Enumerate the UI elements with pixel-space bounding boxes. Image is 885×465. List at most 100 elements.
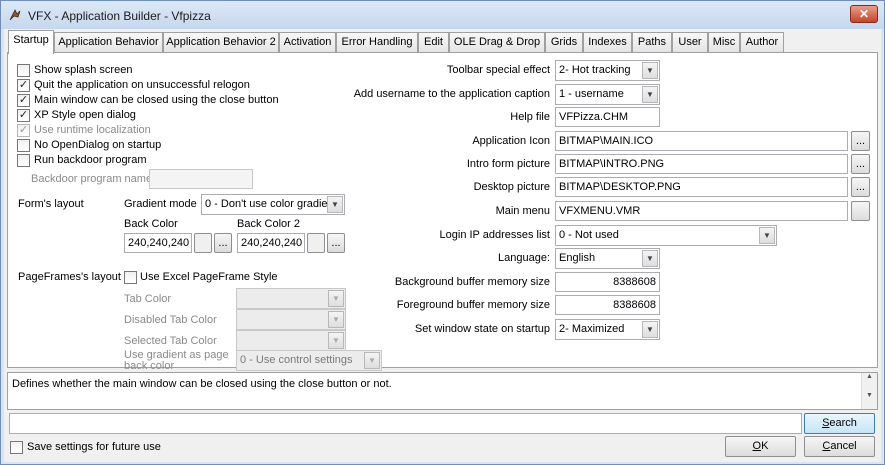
toolbar-effect-value: 2- Hot tracking (559, 64, 631, 76)
back-color-2-picker-button[interactable]: ... (327, 233, 345, 253)
tab-user[interactable]: User (672, 32, 708, 53)
chevron-down-icon[interactable]: ▼ (642, 250, 658, 267)
intro-picture-input[interactable]: BITMAP\INTRO.PNG (555, 154, 848, 174)
startup-panel: Show splash screen ✓ Quit the applicatio… (7, 52, 878, 372)
window-title: VFX - Application Builder - Vfpizza (28, 9, 211, 23)
login-ip-label: Login IP addresses list (439, 229, 550, 241)
tab-misc[interactable]: Misc (708, 32, 740, 53)
selected-tab-color-select: ▼ (236, 330, 346, 351)
title-bar[interactable]: VFX - Application Builder - Vfpizza ✕ (1, 1, 884, 29)
client-area: Startup Application Behavior Application… (4, 29, 881, 462)
runtime-localization-label: Use runtime localization (34, 124, 151, 136)
app-icon-browse-button[interactable]: ... (851, 131, 870, 151)
runtime-localization-checkbox: ✓ (17, 124, 30, 137)
tab-activation[interactable]: Activation (279, 32, 336, 53)
excel-pageframe-checkbox[interactable] (124, 271, 137, 284)
desktop-picture-input[interactable]: BITMAP\DESKTOP.PNG (555, 177, 848, 197)
chevron-down-icon: ▼ (328, 290, 344, 307)
ok-button-label: K (761, 440, 769, 452)
add-username-label: Add username to the application caption (353, 88, 550, 100)
tab-application-behavior-2[interactable]: Application Behavior 2 (163, 32, 279, 53)
back-color-swatch[interactable] (194, 233, 212, 253)
tab-startup[interactable]: Startup (8, 30, 54, 54)
search-button[interactable]: Search (804, 413, 875, 434)
desktop-picture-browse-button[interactable]: ... (851, 177, 870, 197)
scroll-down-icon[interactable]: ▼ (862, 392, 877, 399)
language-select[interactable]: English ▼ (555, 248, 660, 269)
cancel-button[interactable]: Cancel (804, 436, 875, 457)
fg-buffer-label: Foreground buffer memory size (396, 299, 550, 311)
app-icon (9, 9, 21, 21)
gradient-back-label: Use gradient as page back color (124, 350, 229, 372)
chevron-down-icon: ▼ (328, 332, 344, 349)
add-username-select[interactable]: 1 - username ▼ (555, 84, 660, 105)
quit-on-relogon-checkbox[interactable]: ✓ (17, 79, 30, 92)
chevron-down-icon[interactable]: ▼ (327, 196, 343, 213)
back-color-picker-button[interactable]: ... (214, 233, 232, 253)
tab-edit[interactable]: Edit (418, 32, 449, 53)
chevron-down-icon: ▼ (328, 311, 344, 328)
save-settings-checkbox[interactable] (10, 441, 23, 454)
backdoor-program-input[interactable] (149, 169, 253, 189)
run-backdoor-checkbox[interactable] (17, 154, 30, 167)
disabled-tab-color-label: Disabled Tab Color (124, 314, 217, 326)
bg-buffer-input[interactable]: 8388608 (555, 272, 660, 292)
window-state-value: 2- Maximized (559, 323, 625, 335)
application-builder-window: VFX - Application Builder - Vfpizza ✕ St… (0, 0, 885, 465)
ok-button-mnemonic: O (752, 440, 762, 452)
back-color-label: Back Color (124, 218, 178, 230)
disabled-tab-color-select: ▼ (236, 309, 346, 330)
main-window-close-checkbox[interactable]: ✓ (17, 94, 30, 107)
app-icon-input[interactable]: BITMAP\MAIN.ICO (555, 131, 848, 151)
language-label: Language: (498, 252, 550, 264)
excel-pageframe-label: Use Excel PageFrame Style (140, 271, 278, 283)
window-state-select[interactable]: 2- Maximized ▼ (555, 319, 660, 340)
gradient-mode-value: 0 - Don't use color gradient (205, 198, 337, 210)
close-icon[interactable]: ✕ (850, 5, 878, 23)
toolbar-effect-select[interactable]: 2- Hot tracking ▼ (555, 60, 660, 81)
tab-color-label: Tab Color (124, 293, 172, 305)
tab-application-behavior[interactable]: Application Behavior (54, 32, 163, 53)
main-menu-input[interactable]: VFXMENU.VMR (555, 201, 848, 221)
window-state-label: Set window state on startup (414, 323, 550, 335)
intro-picture-browse-button[interactable]: ... (851, 154, 870, 174)
forms-layout-label: Form's layout (18, 198, 84, 210)
no-open-dialog-checkbox[interactable] (17, 139, 30, 152)
gradient-back-select: 0 - Use control settings ▼ (236, 350, 382, 371)
chevron-down-icon[interactable]: ▼ (642, 62, 658, 79)
back-color-input[interactable]: 240,240,240 (124, 233, 192, 253)
tab-paths[interactable]: Paths (632, 32, 672, 53)
language-value: English (559, 252, 596, 264)
save-settings-label: Save settings for future use (27, 441, 161, 453)
chevron-down-icon[interactable]: ▼ (759, 227, 775, 244)
gradient-mode-select[interactable]: 0 - Don't use color gradient ▼ (201, 194, 345, 215)
main-window-close-label: Main window can be closed using the clos… (34, 94, 279, 106)
toolbar-effect-label: Toolbar special effect (446, 64, 550, 76)
scroll-up-icon[interactable]: ▲ (862, 373, 877, 380)
cancel-button-label: ancel (830, 440, 857, 452)
login-ip-select[interactable]: 0 - Not used ▼ (555, 225, 777, 246)
tab-indexes[interactable]: Indexes (583, 32, 632, 53)
back-color-2-input[interactable]: 240,240,240 (237, 233, 305, 253)
tab-ole-drag-drop[interactable]: OLE Drag & Drop (449, 32, 545, 53)
ok-button[interactable]: OK (725, 436, 796, 457)
show-splash-checkbox[interactable] (17, 64, 30, 77)
tab-author[interactable]: Author (740, 32, 784, 53)
description-scrollbar[interactable]: ▲ ▼ (861, 373, 877, 409)
xp-style-dialog-checkbox[interactable]: ✓ (17, 109, 30, 122)
tab-error-handling[interactable]: Error Handling (336, 32, 418, 53)
fg-buffer-input[interactable]: 8388608 (555, 295, 660, 315)
show-splash-label: Show splash screen (34, 64, 133, 76)
gradient-back-label-line2: back color (124, 360, 175, 372)
gradient-back-value: 0 - Use control settings (240, 354, 353, 366)
pageframes-layout-label: PageFrames's layout (18, 271, 121, 283)
main-menu-browse-button[interactable] (851, 201, 870, 221)
search-input[interactable] (9, 413, 802, 434)
help-file-input[interactable]: VFPizza.CHM (555, 107, 660, 127)
description-text: Defines whether the main window can be c… (12, 378, 392, 390)
chevron-down-icon[interactable]: ▼ (642, 321, 658, 338)
chevron-down-icon[interactable]: ▼ (642, 86, 658, 103)
tab-grids[interactable]: Grids (545, 32, 583, 53)
back-color-2-swatch[interactable] (307, 233, 325, 253)
gradient-mode-label: Gradient mode (124, 198, 197, 210)
